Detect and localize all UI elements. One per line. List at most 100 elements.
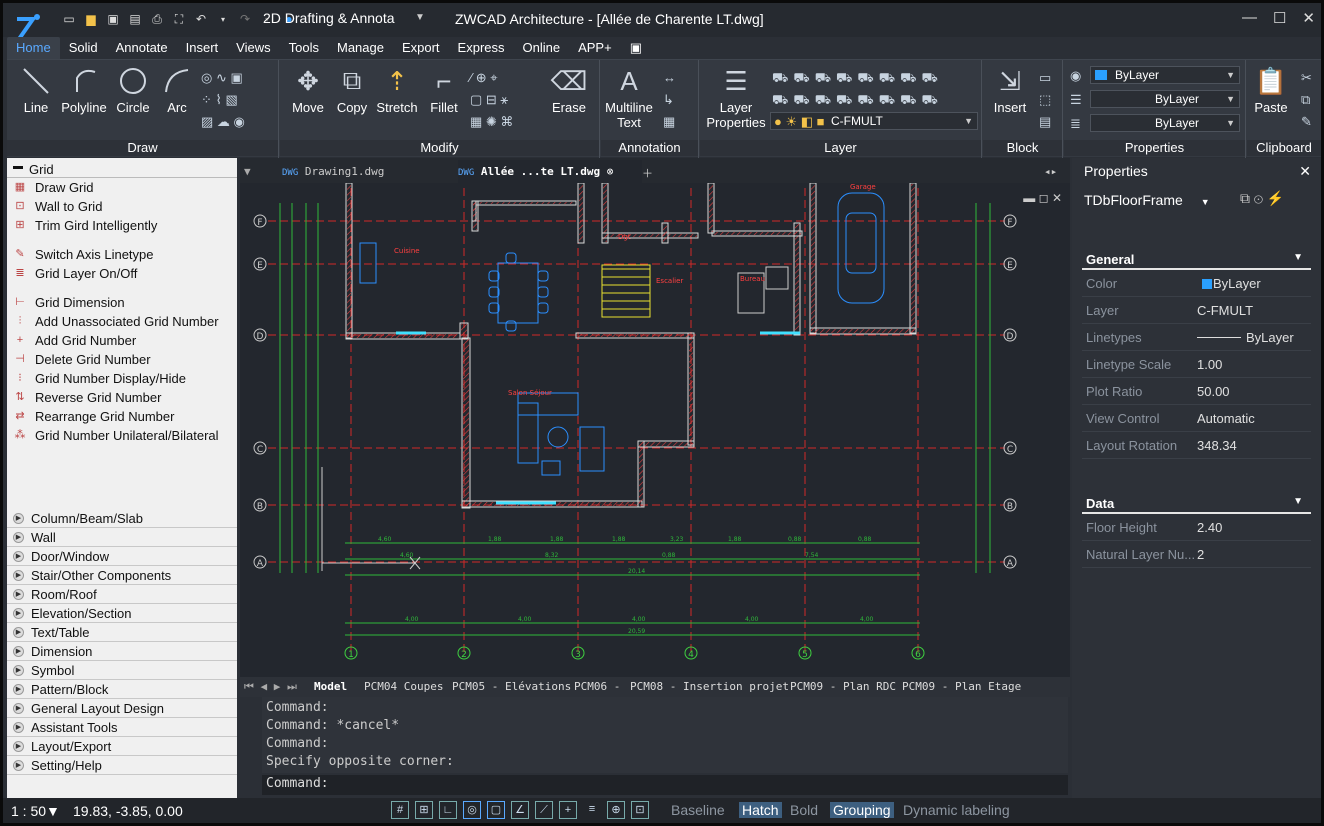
property-row[interactable]: Linetypes ByLayer xyxy=(1082,324,1311,351)
category-item[interactable]: ▶ Column/Beam/Slab xyxy=(7,509,237,528)
tab-solid[interactable]: Solid xyxy=(60,37,107,59)
fillet-button[interactable]: ⌐ Fillet xyxy=(424,62,464,116)
category-item[interactable]: ▶ General Layout Design xyxy=(7,699,237,718)
ribbon-toggle-icon[interactable]: ▣ xyxy=(621,37,651,59)
baseline-toggle[interactable]: Baseline xyxy=(671,802,725,818)
grid-tool-item[interactable]: ⊞ Trim Gird Intelligently xyxy=(7,216,237,235)
arc-button[interactable]: Arc xyxy=(157,62,197,115)
quick-select-icon[interactable]: ⧉ ⊙ ⚡ xyxy=(1240,190,1284,207)
layout-tab-pcm06[interactable]: PCM06 - xyxy=(574,680,620,693)
copy-clip-icon[interactable]: ⧉ xyxy=(1301,92,1310,108)
polar-icon[interactable]: ◎ xyxy=(463,801,481,819)
layout-tab-pcm04[interactable]: PCM04 Coupes xyxy=(364,680,443,693)
sel-cycle-icon[interactable]: ⊕ xyxy=(607,801,625,819)
undo-dropdown-icon[interactable]: ▾ xyxy=(215,11,231,27)
ellipse-icon[interactable]: ◎ ∿ ▣ xyxy=(201,70,243,86)
drawing-canvas[interactable]: F F E E D D C C B B A A 1 2 3 4 5 6 4,60 1,88 1,88 1,88 3,23 1,… xyxy=(240,183,1070,677)
grouping-toggle[interactable]: Grouping xyxy=(830,802,894,818)
move-button[interactable]: ✥ Move xyxy=(288,62,328,116)
new-icon[interactable]: ▭ xyxy=(61,11,77,27)
grid-icon[interactable]: # xyxy=(391,801,409,819)
property-row[interactable]: Layer C-FMULT xyxy=(1082,297,1311,324)
attribute-icon[interactable]: ▤ xyxy=(1039,114,1051,130)
grid-tool-item[interactable]: ▦ Draw Grid xyxy=(7,178,237,197)
maximize-icon[interactable]: ☐ xyxy=(1273,9,1286,27)
data-section[interactable]: Data ▼ xyxy=(1082,490,1311,514)
property-row[interactable]: View Control Automatic xyxy=(1082,405,1311,432)
category-item[interactable]: ▶ Elevation/Section xyxy=(7,604,237,623)
erase-button[interactable]: ⌫ Erase xyxy=(546,62,592,116)
tab-online[interactable]: Online xyxy=(514,37,570,59)
copy-button[interactable]: ⧉ Copy xyxy=(332,62,372,115)
match-icon[interactable]: ✎ xyxy=(1301,114,1312,130)
property-row[interactable]: Plot Ratio 50.00 xyxy=(1082,378,1311,405)
tab-allee-de-charente[interactable]: DWG Allée ...te LT.dwg ⊗ xyxy=(458,160,642,183)
stretch-button[interactable]: ⇡ Stretch xyxy=(374,62,420,116)
close-tab-icon[interactable]: ⊗ xyxy=(607,165,614,178)
otrack-icon[interactable]: ∠ xyxy=(511,801,529,819)
qp-icon[interactable]: ≡ xyxy=(583,801,601,819)
property-row[interactable]: Natural Layer Nu... 2 xyxy=(1082,541,1311,568)
workspace-selector[interactable]: 2D Drafting & Annota xyxy=(263,10,395,26)
hatch-icon[interactable]: ▨ ☁ ◉ xyxy=(201,114,245,130)
grid-tool-item[interactable]: ⫶ Add Unassociated Grid Number xyxy=(7,312,237,331)
layout-nav-icon[interactable]: ⏮ ◀ ▶ ⏭ xyxy=(244,680,297,694)
tab-drawing1[interactable]: DWG Drawing1.dwg xyxy=(282,160,452,183)
tabs-menu-icon[interactable]: ▼ xyxy=(244,160,262,183)
tab-app-plus[interactable]: APP+ xyxy=(569,37,621,59)
viewport-min-icon[interactable]: ▬ xyxy=(1023,191,1035,205)
category-item[interactable]: ▶ Dimension xyxy=(7,642,237,661)
scale-selector[interactable]: 1 : 50▼ xyxy=(11,803,60,819)
table-icon[interactable]: ▦ xyxy=(663,114,675,130)
open-icon[interactable]: ▆ xyxy=(83,11,99,27)
zoom-extents-icon[interactable]: ⛶ xyxy=(171,11,187,27)
grid-tool-item[interactable]: ⁂ Grid Number Unilateral/Bilateral xyxy=(7,426,237,445)
tab-manage[interactable]: Manage xyxy=(328,37,393,59)
layer-tools-row1-icon[interactable]: ⛟⛟⛟⛟⛟⛟⛟⛟ xyxy=(772,70,943,88)
category-item[interactable]: ▶ Layout/Export xyxy=(7,737,237,756)
command-input[interactable]: Command: xyxy=(262,775,1068,795)
tab-scroll-icon[interactable]: ◂▸ xyxy=(1044,160,1070,183)
category-item[interactable]: ▶ Wall xyxy=(7,528,237,547)
tab-tools[interactable]: Tools xyxy=(280,37,328,59)
print-icon[interactable]: ⎙ xyxy=(149,11,165,27)
close-properties-icon[interactable]: ✕ xyxy=(1299,163,1311,180)
viewport-max-icon[interactable]: ◻ xyxy=(1039,191,1049,205)
layout-tab-pcm09-rdc[interactable]: PCM09 - Plan RDC xyxy=(790,680,896,693)
category-item[interactable]: ▶ Stair/Other Components xyxy=(7,566,237,585)
lineweight-combo[interactable]: ByLayer ▼ xyxy=(1090,114,1240,132)
dimension-icon[interactable]: ↔ xyxy=(663,70,676,85)
layout-tab-model[interactable]: Model xyxy=(314,680,347,693)
edit-block-icon[interactable]: ⬚ xyxy=(1039,92,1051,108)
trim-icon[interactable]: ⁄ ⊕ ⌖ xyxy=(470,70,498,86)
grid-tool-item[interactable]: ≣ Grid Layer On/Off xyxy=(7,264,237,283)
close-icon[interactable]: ✕ xyxy=(1302,9,1315,27)
grid-tool-item[interactable]: ⊣ Delete Grid Number xyxy=(7,350,237,369)
category-item[interactable]: ▶ Setting/Help xyxy=(7,756,237,775)
grid-tool-item[interactable]: + Add Grid Number xyxy=(7,331,237,350)
paste-button[interactable]: 📋 Paste xyxy=(1249,62,1293,116)
category-item[interactable]: ▶ Room/Roof xyxy=(7,585,237,604)
layout-tab-pcm05[interactable]: PCM05 - Elévations xyxy=(452,680,571,693)
linetype-combo[interactable]: ByLayer ▼ xyxy=(1090,90,1240,108)
layer-properties-button[interactable]: ☰ Layer Properties xyxy=(706,62,766,131)
mirror-icon[interactable]: ▢ ⊟ ⚹ xyxy=(470,92,508,108)
undo-icon[interactable]: ↶ xyxy=(193,11,209,27)
layer-tools-row2-icon[interactable]: ⛟⛟⛟⛟⛟⛟⛟⛟ xyxy=(772,92,943,110)
point-icon[interactable]: ⁘ ⌇ ▧ xyxy=(201,92,238,108)
minimize-icon[interactable]: — xyxy=(1242,9,1257,27)
property-row[interactable]: Linetype Scale 1.00 xyxy=(1082,351,1311,378)
annotation-icon[interactable]: ⊡ xyxy=(631,801,649,819)
property-row[interactable]: Floor Height 2.40 xyxy=(1082,514,1311,541)
save-as-icon[interactable]: ▤ xyxy=(127,11,143,27)
viewport-close-icon[interactable]: ✕ xyxy=(1052,191,1062,205)
match-properties-icon[interactable]: ◉ xyxy=(1070,68,1081,84)
circle-button[interactable]: Circle xyxy=(111,62,155,115)
hatch-toggle[interactable]: Hatch xyxy=(739,802,782,818)
save-icon[interactable]: ▣ xyxy=(105,11,121,27)
general-section[interactable]: General ▼ xyxy=(1082,246,1311,270)
new-tab-icon[interactable]: ＋ xyxy=(642,160,662,183)
grid-tool-item[interactable]: ⁝ Grid Number Display/Hide xyxy=(7,369,237,388)
cut-icon[interactable]: ✂ xyxy=(1301,70,1312,86)
ortho-icon[interactable]: ∟ xyxy=(439,801,457,819)
